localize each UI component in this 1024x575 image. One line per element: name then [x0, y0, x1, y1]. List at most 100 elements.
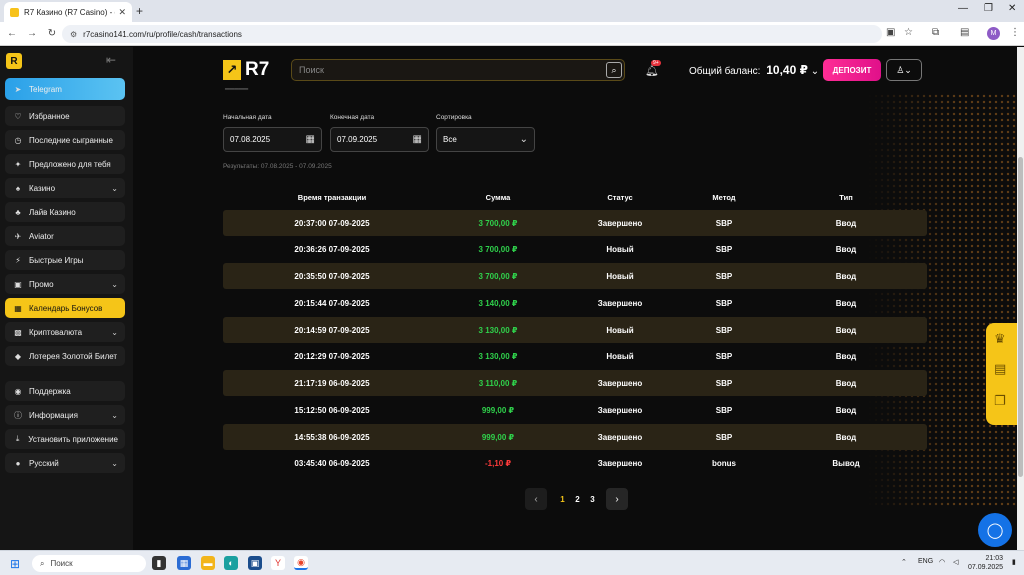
sidebar-item-live-casino[interactable]: ♣ Лайв Казино: [5, 202, 125, 222]
taskbar-search-input[interactable]: ⌕ Поиск: [32, 555, 146, 572]
table-row: 20:37:00 07-09-2025 3 700,00 ₽ Завершено…: [223, 210, 927, 236]
sidebar-item-aviator[interactable]: ✈ Aviator: [5, 226, 125, 246]
sidebar-item-recent[interactable]: ◷ Последние сыгранные: [5, 130, 125, 150]
deposit-button[interactable]: ДЕПОЗИТ: [823, 59, 881, 81]
search-icon[interactable]: ⌕: [606, 62, 622, 78]
sidebar-item-favorites[interactable]: ♡ Избранное: [5, 106, 125, 126]
tab-title: R7 Казино (R7 Casino) - офици: [24, 7, 115, 17]
bookmark-star-icon[interactable]: ☆: [904, 27, 913, 38]
sidebar-item-install-app[interactable]: ⤓ Установить приложение: [5, 429, 125, 449]
sidebar-item-label: Установить приложение: [28, 434, 118, 444]
widgets-icon[interactable]: ▦: [177, 556, 191, 570]
site-logo[interactable]: ↗ R7: [223, 59, 269, 81]
cell-sum: 3 700,00 ₽: [478, 244, 518, 254]
search-input[interactable]: Поиск ⌕: [291, 59, 625, 81]
sidebar-item-suggested[interactable]: ✦ Предложено для тебя: [5, 154, 125, 174]
cards-icon[interactable]: ❐: [994, 393, 1006, 409]
profile-menu-button[interactable]: ♙ ⌄: [886, 59, 922, 81]
sidebar-item-casino[interactable]: ♠ Казино ⌄: [5, 178, 125, 198]
sidebar-item-promo[interactable]: ▣ Промо ⌄: [5, 274, 125, 294]
trophy-icon[interactable]: ♛: [994, 331, 1006, 347]
tab-close-icon[interactable]: ✕: [118, 7, 126, 18]
address-bar[interactable]: ⚙ r7casino141.com/ru/profile/cash/transa…: [62, 25, 882, 43]
sidebar-item-lottery[interactable]: ◆ Лотерея Золотой Билет: [5, 346, 125, 366]
sort-select[interactable]: Все ⌄: [436, 127, 535, 152]
collapse-sidebar-icon[interactable]: ⇤: [106, 53, 116, 67]
input-language[interactable]: ENG: [918, 558, 933, 565]
start-date-input[interactable]: 07.08.2025 ▦: [223, 127, 322, 152]
heart-icon: ♡: [14, 111, 22, 121]
yandex-browser-icon[interactable]: Y: [271, 556, 285, 570]
sidebar-item-label: Telegram: [29, 84, 62, 94]
flag-ru-icon: ●: [15, 458, 21, 468]
maximize-icon[interactable]: ❐: [984, 3, 993, 14]
clock-time: 21:03: [985, 555, 1004, 562]
cell-time: 20:35:50 07-09-2025: [294, 271, 370, 281]
site-info-icon[interactable]: ⚙: [70, 30, 77, 39]
edge-browser-icon[interactable]: ◐: [224, 556, 238, 570]
chevron-down-icon: ⌄: [904, 64, 912, 75]
column-header-sum: Сумма: [485, 192, 511, 202]
page-2-button[interactable]: 2: [570, 495, 585, 504]
sidebar-item-telegram[interactable]: ➤ Telegram: [5, 78, 125, 100]
sidebar-item-language[interactable]: ● Русский ⌄: [5, 453, 125, 473]
calendar-icon[interactable]: ▦: [413, 134, 422, 145]
extensions-icon[interactable]: ⧉: [932, 27, 939, 38]
chat-support-button[interactable]: ◯: [978, 513, 1012, 547]
page-3-button[interactable]: 3: [585, 495, 600, 504]
sidebar-item-label: Последние сыгранные: [29, 135, 113, 145]
new-tab-button[interactable]: +: [136, 4, 143, 18]
page-1-button[interactable]: 1: [555, 495, 570, 504]
window-close-icon[interactable]: ✕: [1008, 3, 1016, 14]
notifications-bell-icon[interactable]: 🔔︎ 9+: [645, 60, 661, 77]
prev-page-button[interactable]: ‹: [525, 488, 547, 510]
cell-type: Ввод: [835, 244, 857, 254]
main-content: ↗ R7 Поиск ⌕ 🔔︎ 9+ Общий баланс: 10,40 ₽…: [133, 47, 1017, 550]
sidebar-item-crypto[interactable]: ▩ Криптовалюта ⌄: [5, 322, 125, 342]
balance-label: Общий баланс:: [689, 66, 761, 77]
sidebar-item-info[interactable]: ⓘ Информация ⌄: [5, 405, 125, 425]
forward-icon[interactable]: →: [22, 28, 42, 39]
file-explorer-icon[interactable]: ▬: [201, 556, 215, 570]
cell-sum: 3 700,00 ₽: [478, 271, 518, 281]
minimize-icon[interactable]: —: [958, 3, 968, 14]
reload-icon[interactable]: ↻: [42, 28, 62, 39]
balance-display[interactable]: Общий баланс: 10,40 ₽ ⌄: [689, 63, 819, 77]
telegram-icon: ➤: [14, 84, 22, 94]
next-page-button[interactable]: ›: [606, 488, 628, 510]
calendar-icon[interactable]: ▦: [306, 134, 315, 145]
volume-icon[interactable]: ◁: [953, 558, 958, 566]
sort-label: Сортировка: [436, 114, 472, 121]
cell-time: 15:12:50 06-09-2025: [294, 405, 370, 415]
network-icon[interactable]: ◠: [939, 558, 945, 566]
tray-overflow-icon[interactable]: ⌃: [901, 558, 907, 566]
profile-avatar[interactable]: M: [987, 27, 1000, 40]
split-view-icon[interactable]: ▤: [960, 27, 969, 38]
chevron-down-icon: ⌄: [810, 66, 820, 77]
end-date-input[interactable]: 07.09.2025 ▦: [330, 127, 429, 152]
clock-icon: ◷: [14, 135, 22, 145]
browser-tab[interactable]: R7 Казино (R7 Casino) - офици ✕: [4, 2, 132, 22]
cell-type: Ввод: [835, 271, 857, 281]
shop-icon[interactable]: ▤: [994, 361, 1006, 377]
cell-time: 14:55:38 06-09-2025: [294, 432, 370, 442]
chevron-down-icon: ⌄: [111, 183, 118, 193]
sidebar-item-fast-games[interactable]: ⚡ Быстрые Игры: [5, 250, 125, 270]
cell-time: 20:36:26 07-09-2025: [294, 244, 370, 254]
cast-icon[interactable]: ▣: [886, 27, 895, 38]
page-scrollbar[interactable]: [1017, 47, 1024, 550]
task-view-icon[interactable]: ▮: [152, 556, 166, 570]
store-icon[interactable]: ▣: [248, 556, 262, 570]
sidebar-item-bonus-calendar[interactable]: ▦ Календарь Бонусов: [5, 298, 125, 318]
taskbar-clock[interactable]: 21:03 07.09.2025: [968, 554, 1003, 572]
windows-start-icon[interactable]: ⊞: [10, 557, 20, 571]
notifications-icon[interactable]: ▮: [1012, 558, 1016, 566]
r7-logo-icon[interactable]: R: [6, 53, 22, 69]
sidebar-item-support[interactable]: ◉ Поддержка: [5, 381, 125, 401]
scrollbar-thumb[interactable]: [1018, 157, 1023, 477]
back-icon[interactable]: ←: [2, 28, 22, 39]
cell-status: Завершено: [597, 298, 643, 308]
column-header-time: Время транзакции: [297, 192, 367, 202]
menu-icon[interactable]: ⋮: [1010, 27, 1020, 38]
chrome-browser-icon[interactable]: ◉: [294, 556, 308, 570]
